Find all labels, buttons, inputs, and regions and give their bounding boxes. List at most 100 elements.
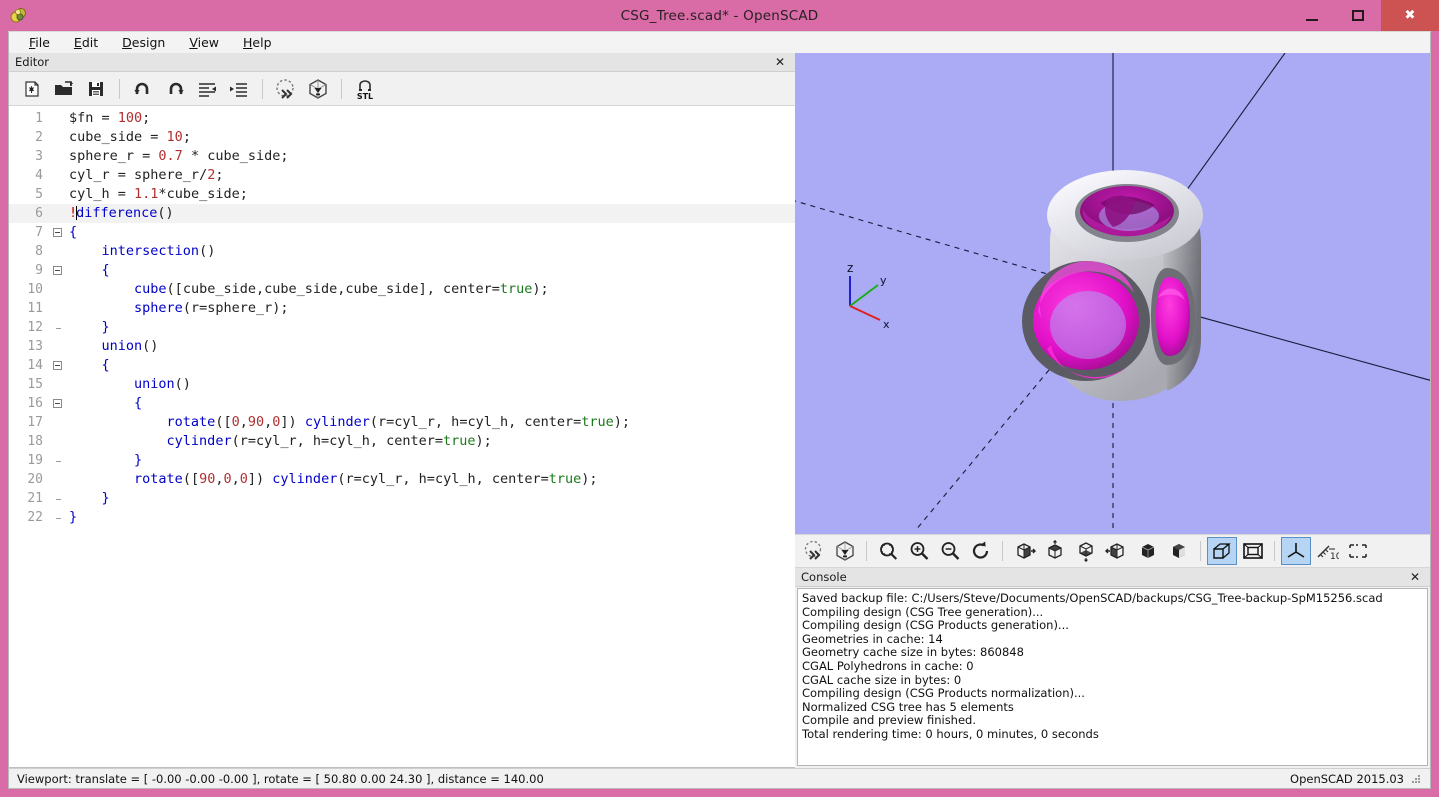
code-line[interactable]: 22}	[9, 508, 795, 527]
show-edges-icon	[1349, 544, 1367, 558]
view-separator-4	[1274, 541, 1275, 561]
open-file-button[interactable]	[49, 75, 79, 103]
code-line[interactable]: 16 {	[9, 394, 795, 413]
code-line[interactable]: 10 cube([cube_side,cube_side,cube_side],…	[9, 280, 795, 299]
fold-collapse-icon[interactable]	[52, 399, 62, 408]
close-button[interactable]: ✖	[1381, 0, 1439, 31]
code-token: h	[418, 471, 427, 487]
svg-text:10: 10	[1330, 552, 1339, 562]
menu-edit[interactable]: Edit	[62, 33, 110, 52]
code-text: cyl_h = 1.1*cube_side;	[65, 185, 795, 204]
show-scale-markers-button[interactable]: 10	[1312, 537, 1342, 565]
orthogonal-button[interactable]	[1238, 537, 1268, 565]
openscad-main-window: CSG_Tree.scad* - OpenSCAD ✖ File Edit De…	[0, 0, 1439, 797]
console-dock-close-icon[interactable]: ✕	[1406, 570, 1424, 584]
code-line[interactable]: 20 rotate([90,0,0]) cylinder(r=cyl_r, h=…	[9, 470, 795, 489]
show-edges-button[interactable]	[1343, 537, 1373, 565]
model-geometry	[1022, 170, 1203, 401]
code-line[interactable]: 7{	[9, 223, 795, 242]
fold-marker[interactable]	[49, 399, 65, 408]
editor-dock-close-icon[interactable]: ✕	[771, 55, 789, 69]
view-bottom-button[interactable]	[1071, 537, 1101, 565]
menu-view[interactable]: View	[177, 33, 231, 52]
code-line[interactable]: 17 rotate([0,90,0]) cylinder(r=cyl_r, h=…	[9, 413, 795, 432]
code-line[interactable]: 13 union()	[9, 337, 795, 356]
fold-marker[interactable]	[49, 361, 65, 370]
zoom-in-button[interactable]	[904, 537, 934, 565]
view-top-button[interactable]	[1040, 537, 1070, 565]
code-line[interactable]: 2 cube_side = 10;	[9, 128, 795, 147]
fold-collapse-icon[interactable]	[52, 228, 62, 237]
fold-collapse-icon[interactable]	[52, 266, 62, 275]
line-number: 2	[35, 130, 43, 145]
code-line[interactable]: 3 sphere_r = 0.7 * cube_side;	[9, 147, 795, 166]
code-token: =	[321, 433, 330, 449]
code-line[interactable]: 19 }	[9, 451, 795, 470]
show-axes-button[interactable]	[1281, 537, 1311, 565]
code-token: {	[69, 357, 110, 373]
code-line[interactable]: 11 sphere(r=sphere_r);	[9, 299, 795, 318]
3d-viewport[interactable]: z y x	[795, 53, 1430, 534]
code-line[interactable]: 21 }	[9, 489, 795, 508]
menu-help[interactable]: Help	[231, 33, 284, 52]
perspective-icon	[1213, 543, 1231, 559]
minimize-button[interactable]	[1289, 0, 1335, 31]
code-line[interactable]: 14 {	[9, 356, 795, 375]
preview-button-viewport[interactable]	[799, 537, 829, 565]
code-line[interactable]: 6 !difference()	[9, 204, 795, 223]
code-token: =	[109, 167, 135, 183]
unindent-button[interactable]	[192, 75, 222, 103]
render-button-viewport[interactable]	[830, 537, 860, 565]
reset-view-button[interactable]	[966, 537, 996, 565]
indent-button[interactable]	[224, 75, 254, 103]
console-output[interactable]: Saved backup file: C:/Users/Steve/Docume…	[797, 588, 1428, 766]
maximize-button[interactable]	[1335, 0, 1381, 31]
code-editor[interactable]: 1 $fn = 100; 2 cube_side = 10; 3 sphere_r = 0…	[9, 106, 795, 768]
code-line[interactable]: 18 cylinder(r=cyl_r, h=cyl_h, center=tru…	[9, 432, 795, 451]
code-line[interactable]: 1 $fn = 100;	[9, 109, 795, 128]
code-token: cyl_h	[329, 433, 370, 449]
view-back-button[interactable]	[1164, 537, 1194, 565]
zoom-all-button[interactable]	[873, 537, 903, 565]
code-token: );	[475, 433, 492, 449]
code-token: {	[69, 395, 143, 411]
export-stl-button[interactable]: STL	[350, 75, 380, 103]
code-line[interactable]: 5 cyl_h = 1.1*cube_side;	[9, 185, 795, 204]
code-token: ,	[508, 414, 525, 430]
code-token: 100	[117, 110, 143, 126]
console-line: CGAL cache size in bytes: 0	[802, 672, 962, 687]
code-line[interactable]: 8 intersection()	[9, 242, 795, 261]
redo-button[interactable]	[160, 75, 190, 103]
undo-button[interactable]	[128, 75, 158, 103]
code-line[interactable]: 4 cyl_r = sphere_r/2;	[9, 166, 795, 185]
menu-file[interactable]: File	[17, 33, 62, 52]
menu-design[interactable]: Design	[110, 33, 177, 52]
view-separator-1	[866, 541, 867, 561]
console-line: Compiling design (CSG Tree generation)..…	[802, 604, 1044, 619]
code-token: 10	[166, 129, 183, 145]
code-line[interactable]: 15 union()	[9, 375, 795, 394]
view-right-button[interactable]	[1009, 537, 1039, 565]
new-file-button[interactable]	[17, 75, 47, 103]
fold-collapse-icon[interactable]	[52, 361, 62, 370]
zoom-out-button[interactable]	[935, 537, 965, 565]
code-line[interactable]: 12 }	[9, 318, 795, 337]
view-left-button[interactable]	[1102, 537, 1132, 565]
resize-grip[interactable]	[1410, 773, 1422, 785]
console-line: Geometry cache size in bytes: 860848	[802, 645, 1024, 660]
code-token: difference	[76, 205, 158, 221]
code-line[interactable]: 9 {	[9, 261, 795, 280]
preview-button[interactable]	[271, 75, 301, 103]
line-number: 18	[27, 434, 43, 449]
view-front-button[interactable]	[1133, 537, 1163, 565]
save-file-button[interactable]	[81, 75, 111, 103]
render-button[interactable]	[303, 75, 333, 103]
code-token: ;	[239, 186, 248, 202]
fold-marker[interactable]	[49, 228, 65, 237]
new-file-icon	[25, 80, 39, 97]
fold-marker[interactable]	[49, 266, 65, 275]
perspective-button[interactable]	[1207, 537, 1237, 565]
